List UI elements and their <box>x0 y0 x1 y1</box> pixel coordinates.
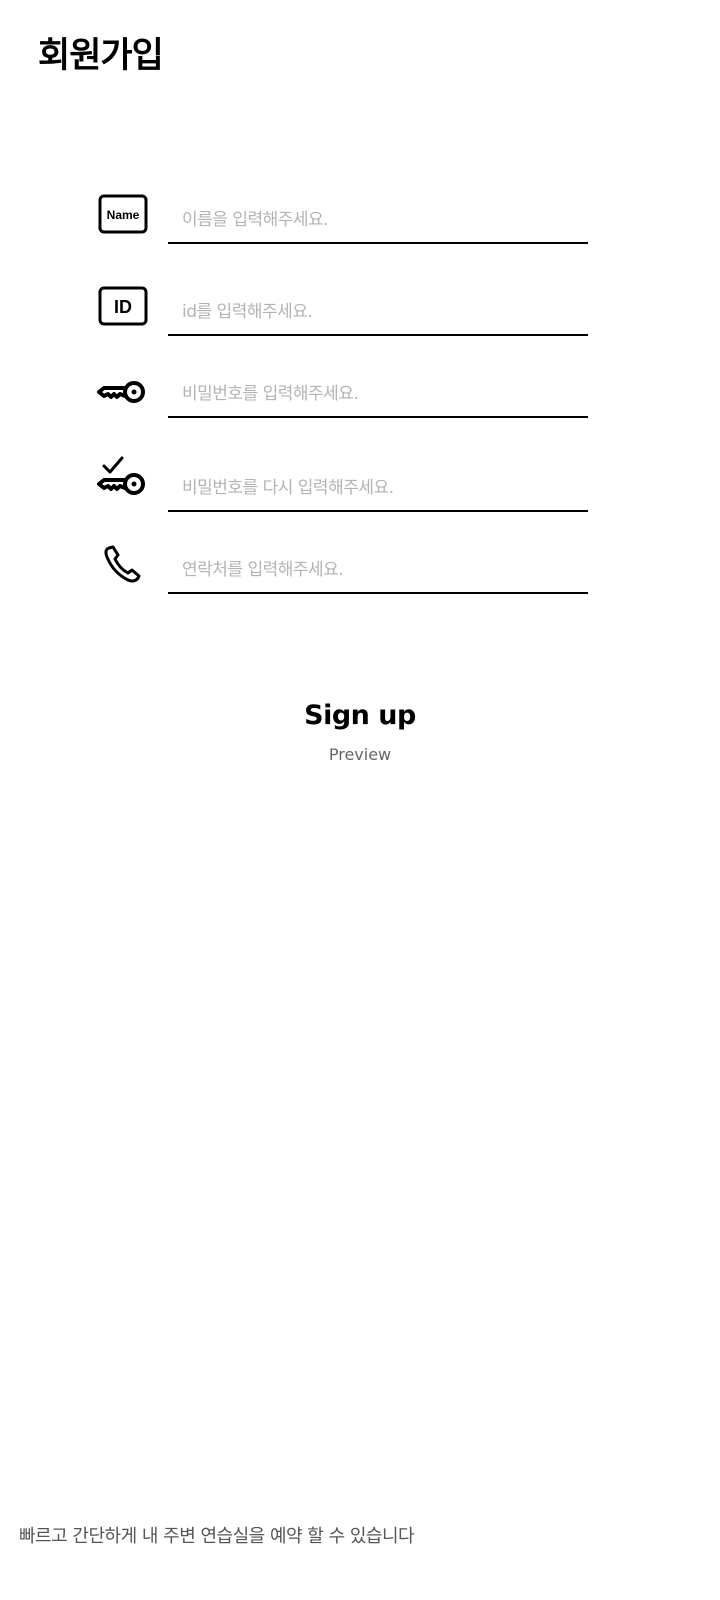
password-field-row <box>96 366 590 420</box>
key-icon <box>96 366 150 414</box>
id-field-row: ID <box>96 282 590 338</box>
name-field-row: Name <box>96 190 590 246</box>
phone-input[interactable] <box>168 554 588 594</box>
page-title: 회원가입 <box>38 36 164 76</box>
password-input[interactable] <box>168 378 588 418</box>
password-confirm-field-row <box>96 452 590 514</box>
name-badge-icon: Name <box>96 190 150 238</box>
preview-link[interactable]: Preview <box>0 743 720 767</box>
key-check-icon <box>96 454 150 498</box>
name-badge-label: Name <box>107 208 140 222</box>
id-input[interactable] <box>168 296 588 336</box>
id-badge-icon: ID <box>96 282 150 330</box>
phone-field-row <box>96 540 590 596</box>
name-input[interactable] <box>168 204 588 244</box>
password-confirm-input[interactable] <box>168 472 588 512</box>
phone-icon <box>96 540 150 588</box>
footer-tagline: 빠르고 간단하게 내 주변 연습실을 예약 할 수 있습니다 <box>19 1526 415 1547</box>
id-badge-label: ID <box>114 297 132 317</box>
signup-button[interactable]: Sign up <box>0 696 720 736</box>
